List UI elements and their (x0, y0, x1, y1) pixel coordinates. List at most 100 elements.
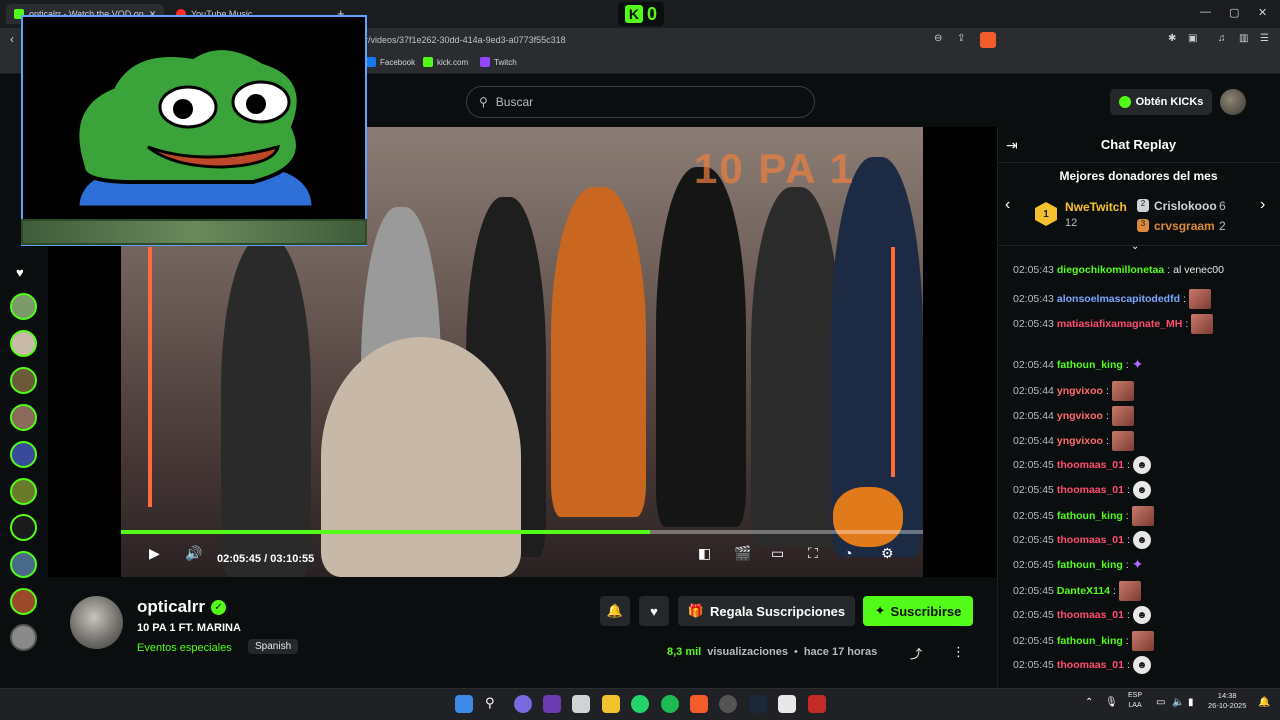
donor-name[interactable]: crvsgraam (1154, 219, 1215, 233)
network-icon[interactable]: ▭ (1156, 697, 1165, 708)
show-hidden-icons-icon[interactable]: ⌃ (1085, 697, 1093, 708)
back-icon[interactable]: ‹ (10, 32, 14, 46)
zoom-icon[interactable]: ⊖ (934, 33, 942, 44)
sidebar-channel-avatar[interactable] (10, 478, 37, 505)
settings-gear-icon[interactable]: ⚙ (881, 545, 894, 562)
search-input[interactable]: ⚲ Buscar (466, 86, 815, 118)
language-indicator[interactable]: ESP LAA (1128, 691, 1142, 711)
settings-app-icon[interactable] (719, 695, 737, 713)
donor-name[interactable]: Crislokooo (1154, 199, 1217, 213)
donors-next-icon[interactable]: › (1260, 196, 1265, 214)
clip-icon[interactable]: 🎬 (734, 545, 751, 562)
sidebar-channel-avatar[interactable] (10, 441, 37, 468)
search-taskbar-icon[interactable]: ⚲ (485, 695, 503, 713)
sidebar-channel-avatar[interactable] (10, 293, 37, 320)
category-link[interactable]: Eventos especiales (137, 642, 232, 654)
maximize-icon[interactable]: ▢ (1229, 6, 1239, 19)
battery-icon[interactable]: ▮ (1188, 697, 1194, 708)
theater-mode-icon[interactable]: ▭ (771, 545, 784, 562)
play-icon[interactable]: ▶ (149, 545, 160, 562)
chat-username[interactable]: yngvixoo (1057, 410, 1103, 422)
valorant-icon[interactable] (808, 695, 826, 713)
chat-username[interactable]: yngvixoo (1057, 385, 1103, 397)
collapse-chat-icon[interactable]: ⇥ (1006, 137, 1018, 154)
miniplayer-icon[interactable]: ◧ (698, 545, 711, 562)
start-icon[interactable] (455, 695, 473, 713)
notifications-button[interactable]: 🔔 (600, 596, 630, 626)
extensions-icon[interactable]: ✱ (1168, 33, 1176, 44)
chat-username[interactable]: matiasiafixamagnate_MH (1057, 318, 1182, 330)
chat-username[interactable]: thoomaas_01 (1057, 459, 1124, 471)
close-window-icon[interactable]: ✕ (1258, 6, 1267, 19)
donor-name[interactable]: NweTwitch (1065, 200, 1127, 214)
streamer-avatar[interactable] (70, 596, 123, 649)
file-explorer-icon[interactable] (602, 695, 620, 713)
views-count: 8,3 mil (667, 646, 702, 658)
bookmark-kick[interactable]: kick.com (423, 57, 468, 67)
screenshot-icon[interactable]: ▣ (1188, 33, 1197, 44)
playback-speed-icon[interactable]: ◔ (844, 545, 852, 561)
chat-colon: : (1125, 510, 1129, 522)
sidebar-channel-avatar[interactable] (10, 624, 37, 651)
follow-button[interactable]: ♥ (639, 596, 669, 626)
sidebar-channel-avatar[interactable] (10, 551, 37, 578)
expand-donors-icon[interactable]: ⌄ (1131, 241, 1139, 252)
bookmark-facebook[interactable]: Facebook (366, 57, 415, 67)
whatsapp-icon[interactable] (631, 695, 649, 713)
clock[interactable]: 14:38 26-10-2025 (1208, 691, 1246, 711)
chat-timestamp: 02:05:43 (1013, 293, 1054, 305)
chat-username[interactable]: alonsoelmascapitodedfd (1057, 293, 1180, 305)
pen-app-icon[interactable] (543, 695, 561, 713)
spotify-icon[interactable] (661, 695, 679, 713)
chat-username[interactable]: fathoun_king (1057, 559, 1123, 571)
gift-subs-button[interactable]: 🎁 Regala Suscripciones (678, 596, 855, 626)
share-icon[interactable]: ⇪ (957, 33, 965, 44)
address-bar[interactable]: lrr/videos/37f1e262-30dd-414a-9ed3-a0773… (360, 31, 1000, 49)
chat-timestamp: 02:05:44 (1013, 435, 1054, 447)
sidebar-channel-avatar[interactable] (10, 588, 37, 615)
sidebar-channel-avatar[interactable] (10, 367, 37, 394)
sidebar-channel-avatar[interactable] (10, 330, 37, 357)
microphone-icon[interactable]: 🎙 (1105, 697, 1118, 708)
user-avatar[interactable] (1220, 89, 1246, 115)
chat-username[interactable]: fathoun_king (1057, 510, 1123, 522)
sidebar-channel-avatar[interactable] (10, 404, 37, 431)
floating-overlay-window[interactable] (21, 15, 367, 246)
donors-prev-icon[interactable]: ‹ (1005, 196, 1010, 214)
copilot-icon[interactable] (514, 695, 532, 713)
chat-timestamp: 02:05:45 (1013, 558, 1054, 571)
sidebar-toggle-icon[interactable]: ▥ (1239, 33, 1248, 44)
volume-icon[interactable]: 🔊 (185, 545, 202, 562)
get-kicks-label: Obtén KICKs (1135, 96, 1204, 108)
sidebar-channel-avatar[interactable] (10, 514, 37, 541)
chat-username[interactable]: yngvixoo (1057, 435, 1103, 447)
share-icon[interactable]: ⤴ (910, 645, 922, 662)
menu-icon[interactable]: ☰ (1260, 33, 1269, 44)
chat-username[interactable]: diegochikomillonetaa (1057, 264, 1164, 276)
kick-counter: K 0 (618, 2, 664, 26)
brave-shield-icon[interactable] (980, 32, 996, 48)
speaker-icon[interactable]: 🔈 (1172, 697, 1184, 708)
brave-icon[interactable] (690, 695, 708, 713)
chat-username[interactable]: thoomaas_01 (1057, 609, 1124, 621)
notepad-icon[interactable] (778, 695, 796, 713)
more-options-icon[interactable]: ⋮ (952, 644, 965, 660)
streamer-name[interactable]: opticalrr ✓ (137, 597, 227, 617)
chat-username[interactable]: fathoun_king (1057, 359, 1123, 371)
minimize-icon[interactable]: — (1200, 6, 1211, 18)
fullscreen-icon[interactable]: ⛶ (808, 545, 818, 562)
chat-colon: : (1127, 459, 1130, 471)
steam-icon[interactable] (749, 695, 767, 713)
bookmark-twitch[interactable]: Twitch (480, 57, 517, 67)
chat-username[interactable]: thoomaas_01 (1057, 534, 1124, 546)
notifications-tray-icon[interactable]: 🔔 (1258, 697, 1270, 708)
language-tag[interactable]: Spanish (248, 639, 299, 654)
chat-username[interactable]: DanteX114 (1057, 585, 1110, 597)
chat-username[interactable]: thoomaas_01 (1057, 659, 1124, 671)
subscribe-button[interactable]: ✦ Suscribirse (863, 596, 973, 626)
media-icon[interactable]: ♫ (1218, 33, 1226, 44)
get-kicks-button[interactable]: Obtén KICKs (1110, 89, 1212, 115)
store-icon[interactable] (572, 695, 590, 713)
chat-username[interactable]: fathoun_king (1057, 635, 1123, 647)
chat-username[interactable]: thoomaas_01 (1057, 484, 1124, 496)
